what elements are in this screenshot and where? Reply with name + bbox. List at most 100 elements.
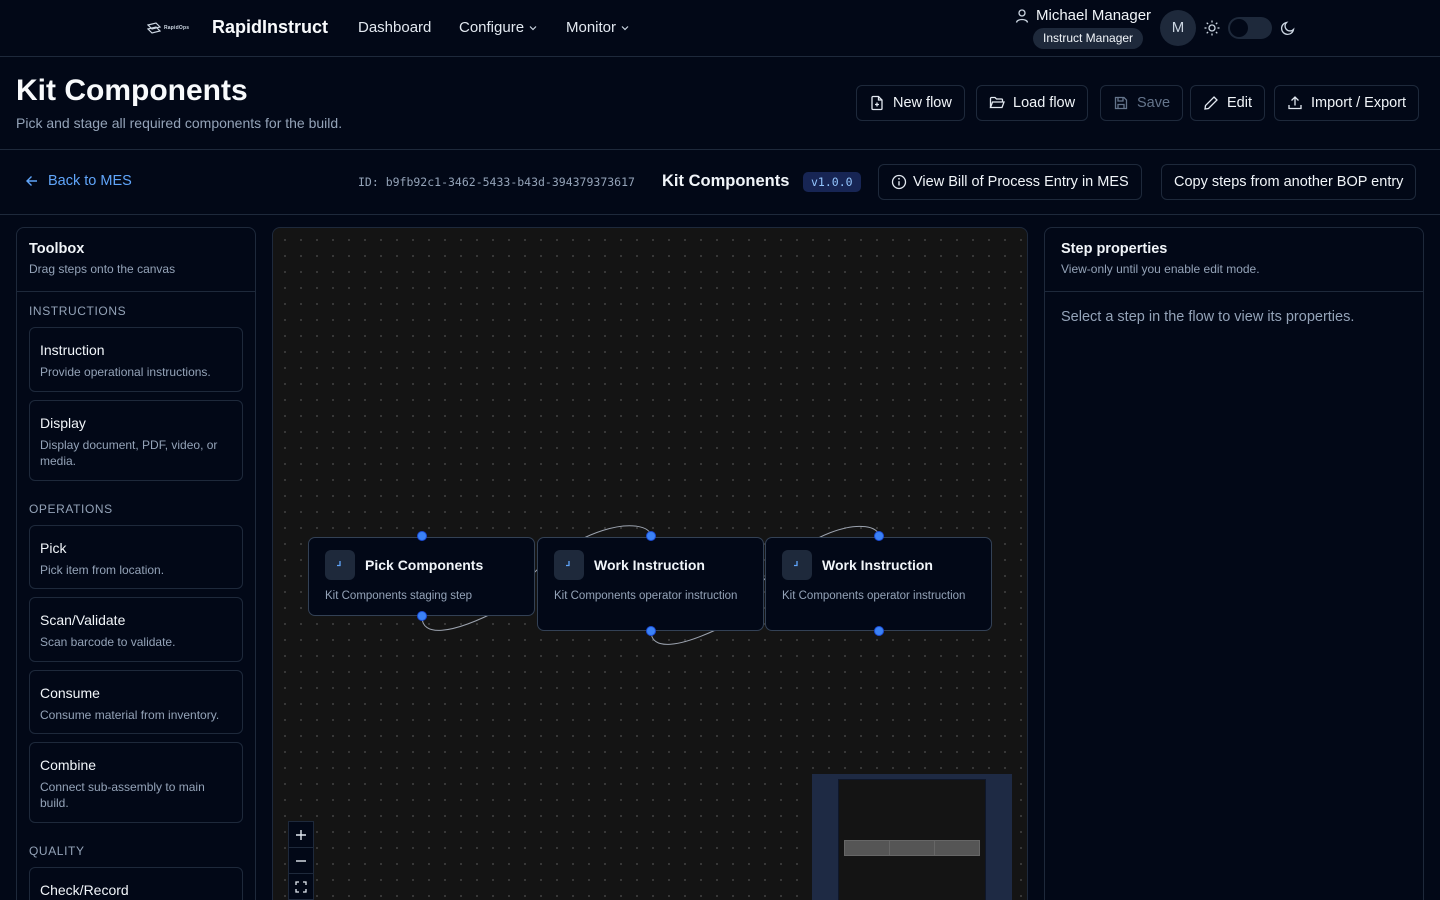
- nav-configure-label: Configure: [459, 19, 525, 36]
- header-divider: [0, 149, 1440, 150]
- copy-steps-button[interactable]: Copy steps from another BOP entry: [1161, 164, 1417, 200]
- tool-name: Consume: [40, 685, 100, 701]
- new-flow-label: New flow: [893, 95, 952, 111]
- zoom-out-button[interactable]: [289, 848, 313, 874]
- sun-icon: [1204, 20, 1220, 36]
- import-export-button[interactable]: Import / Export: [1274, 85, 1420, 121]
- zoom-controls: [288, 821, 314, 900]
- nav-configure[interactable]: Configure: [459, 19, 537, 36]
- nav-dashboard-label: Dashboard: [358, 19, 432, 36]
- chevron-down-icon: [529, 25, 537, 30]
- flow-node-pick-components[interactable]: Pick Components Kit Components staging s…: [308, 537, 535, 616]
- node-title: Work Instruction: [822, 557, 933, 573]
- node-1-input-handle[interactable]: [417, 531, 427, 541]
- tool-instruction[interactable]: Instruction Provide operational instruct…: [29, 327, 243, 392]
- tool-consume[interactable]: Consume Consume material from inventory.: [29, 670, 243, 734]
- back-to-mes-label: Back to MES: [48, 173, 132, 189]
- logo[interactable]: RapidOps: [147, 19, 195, 37]
- node-desc: Kit Components staging step: [325, 590, 473, 602]
- tool-name: Display: [40, 415, 86, 431]
- info-icon: [891, 174, 907, 190]
- edit-button[interactable]: Edit: [1190, 85, 1265, 121]
- minimap[interactable]: [812, 774, 1012, 900]
- node-2-input-handle[interactable]: [646, 531, 656, 541]
- moon-icon: [1280, 21, 1295, 36]
- toolbox-header: Toolbox Drag steps onto the canvas: [17, 228, 255, 292]
- back-to-mes-link[interactable]: Back to MES: [24, 173, 132, 189]
- import-export-label: Import / Export: [1311, 95, 1407, 111]
- logo-icon: [147, 22, 161, 34]
- minimap-node: [889, 840, 935, 856]
- tool-scan-validate[interactable]: Scan/Validate Scan barcode to validate.: [29, 597, 243, 662]
- toolbox-panel: Toolbox Drag steps onto the canvas INSTR…: [16, 227, 256, 900]
- arrow-left-icon: [26, 176, 37, 186]
- node-1-output-handle[interactable]: [417, 611, 427, 621]
- load-flow-label: Load flow: [1013, 95, 1076, 111]
- save-label: Save: [1137, 95, 1171, 111]
- page-subtitle: Pick and stage all required components f…: [16, 115, 343, 131]
- nav-monitor-label: Monitor: [566, 19, 617, 36]
- node-desc: Kit Components operator instruction: [554, 590, 738, 602]
- user-icon: [1015, 9, 1029, 23]
- tool-check-record[interactable]: Check/Record: [29, 867, 243, 900]
- flow-id: ID: b9fb92c1-3462-5433-b43d-394379373617: [358, 175, 635, 189]
- tool-name: Pick: [40, 540, 67, 556]
- flow-name: Kit Components: [662, 172, 790, 190]
- flowbar-divider: [0, 214, 1440, 215]
- flow-canvas[interactable]: Pick Components Kit Components staging s…: [272, 227, 1028, 900]
- clock-icon: [794, 561, 798, 567]
- tool-pick[interactable]: Pick Pick item from location.: [29, 525, 243, 589]
- properties-empty-message: Select a step in the flow to view its pr…: [1061, 309, 1355, 325]
- nav-monitor[interactable]: Monitor: [566, 19, 629, 36]
- brand-name[interactable]: RapidInstruct: [212, 17, 328, 38]
- minimap-node: [844, 840, 890, 856]
- node-3-output-handle[interactable]: [874, 626, 884, 636]
- flow-node-work-instruction-1[interactable]: Work Instruction Kit Components operator…: [537, 537, 764, 631]
- fit-view-button[interactable]: [289, 874, 313, 900]
- toolbox-title: Toolbox: [29, 241, 85, 257]
- node-desc: Kit Components operator instruction: [782, 590, 966, 602]
- section-instructions: INSTRUCTIONS: [29, 304, 127, 318]
- save-icon: [1114, 96, 1128, 110]
- view-bop-button[interactable]: View Bill of Process Entry in MES: [878, 164, 1142, 200]
- copy-steps-label: Copy steps from another BOP entry: [1174, 174, 1404, 190]
- tool-combine[interactable]: Combine Connect sub-assembly to main bui…: [29, 742, 243, 823]
- node-icon-box: [782, 550, 812, 580]
- toolbox-subtitle: Drag steps onto the canvas: [29, 262, 176, 276]
- new-flow-button[interactable]: New flow: [856, 85, 965, 121]
- node-2-output-handle[interactable]: [646, 626, 656, 636]
- tool-display[interactable]: Display Display document, PDF, video, or…: [29, 400, 243, 481]
- tool-desc: Display document, PDF, video, or media.: [40, 438, 218, 468]
- user-name: Michael Manager: [1036, 7, 1152, 24]
- load-flow-button[interactable]: Load flow: [976, 85, 1089, 121]
- chevron-down-icon: [621, 25, 629, 30]
- version-badge: v1.0.0: [803, 172, 861, 192]
- tool-name: Combine: [40, 757, 97, 773]
- theme-toggle-knob: [1230, 19, 1248, 37]
- logo-text: RapidOps: [164, 25, 190, 31]
- tool-desc: Provide operational instructions.: [40, 365, 211, 379]
- node-title: Work Instruction: [594, 557, 705, 573]
- properties-header: Step properties View-only until you enab…: [1045, 228, 1423, 292]
- properties-subtitle: View-only until you enable edit mode.: [1061, 262, 1260, 276]
- section-operations: OPERATIONS: [29, 502, 113, 516]
- edit-label: Edit: [1227, 95, 1252, 111]
- minimap-node: [934, 840, 980, 856]
- view-bop-label: View Bill of Process Entry in MES: [913, 174, 1129, 190]
- node-title: Pick Components: [365, 557, 484, 573]
- node-icon-box: [325, 550, 355, 580]
- folder-open-icon: [989, 96, 1005, 109]
- file-plus-icon: [871, 95, 883, 111]
- pencil-icon: [1204, 96, 1218, 110]
- node-3-input-handle[interactable]: [874, 531, 884, 541]
- theme-toggle[interactable]: [1228, 17, 1272, 39]
- zoom-in-button[interactable]: [289, 822, 313, 848]
- tool-desc: Pick item from location.: [40, 563, 165, 577]
- clock-icon: [337, 561, 341, 567]
- save-button[interactable]: Save: [1100, 85, 1184, 121]
- nav-dashboard[interactable]: Dashboard: [358, 19, 431, 36]
- avatar[interactable]: M: [1160, 10, 1196, 46]
- flow-node-work-instruction-2[interactable]: Work Instruction Kit Components operator…: [765, 537, 992, 631]
- section-quality: QUALITY: [29, 844, 85, 858]
- tool-desc: Connect sub-assembly to main build.: [40, 780, 205, 810]
